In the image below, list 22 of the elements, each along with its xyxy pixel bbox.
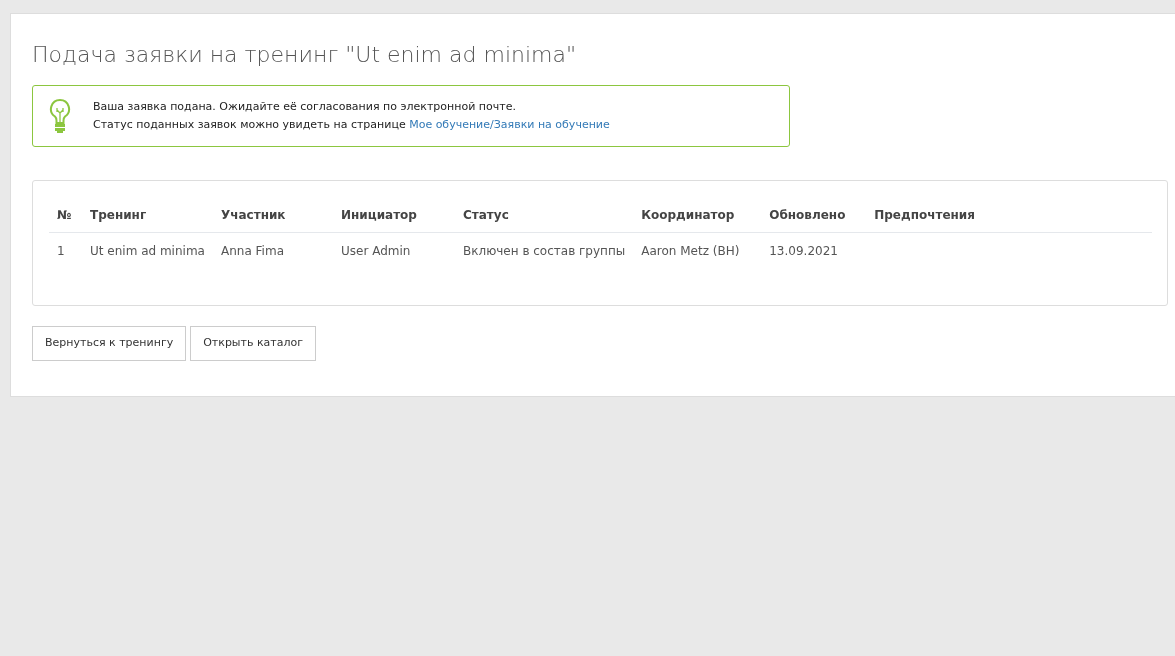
column-header: Координатор [633,198,762,233]
column-header: Инициатор [333,198,455,233]
table-cell: User Admin [333,232,455,270]
column-header: № [49,198,82,233]
alert-status-note: Статус поданных заявок можно увидеть на странице Мое обучение/Заявки на обучение [93,117,610,134]
lightbulb-icon [49,98,71,135]
column-header: Предпочтения [866,198,1152,233]
column-header: Обновлено [761,198,867,233]
action-button[interactable]: Вернуться к тренингу [32,326,187,361]
table-cell: 1 [49,232,82,270]
action-button[interactable]: Открыть каталог [190,326,316,361]
table-cell: Включен в состав группы [455,232,634,270]
column-header: Тренинг [82,198,213,233]
table-cell: Ut enim ad minima [82,232,213,270]
table-cell: Aaron Metz (BH) [633,232,762,270]
column-header: Участник [213,198,333,233]
alert-message: Ваша заявка подана. Ожидайте её согласования по электронной почте. [93,99,517,116]
table-cell: Anna Fima [213,232,333,270]
requests-link[interactable]: Мое обучение/Заявки на обучение [409,118,610,132]
column-header: Статус [455,198,634,233]
page-title: Подача заявки на тренинг "Ut enim ad minima" [32,42,578,69]
table-cell: 13.09.2021 [761,232,867,270]
